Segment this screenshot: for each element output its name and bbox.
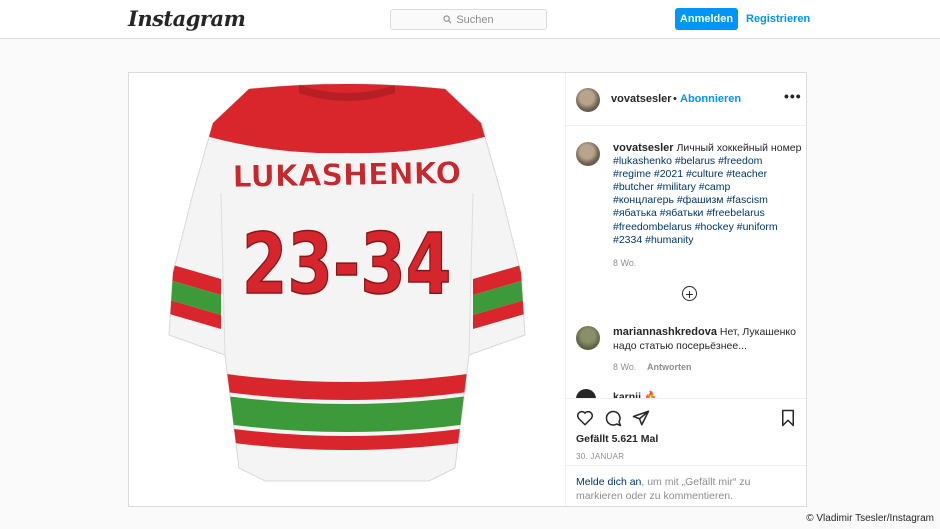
comment-item: mariannashkredova Нет, Лукашенко надо ст…	[613, 326, 803, 353]
register-link[interactable]: Registrieren	[746, 8, 810, 30]
post-header: vovatsesler • Abonnieren •••	[566, 73, 806, 126]
author-avatar[interactable]	[576, 88, 600, 112]
hashtags-line-5[interactable]: #ябатька #ябатьки #freebelarus	[613, 207, 765, 219]
hockey-jersey-image: LUKASHENKO 23-34	[168, 83, 526, 482]
partial-comment-username[interactable]: karnii	[613, 391, 641, 398]
hashtags-line-4[interactable]: #концлагерь #фашизм #fascism	[613, 194, 768, 206]
caption-text: Личный хоккейный номер	[676, 142, 802, 154]
commenter-avatar-partial[interactable]	[576, 389, 596, 398]
hashtags-line-1[interactable]: #lukashenko #belarus #freedom	[613, 155, 762, 167]
top-navigation-bar: Instagram Suchen Anmelden Registrieren	[0, 0, 940, 39]
commenter-avatar[interactable]	[576, 326, 600, 350]
post-date: 30. JANUAR	[576, 452, 625, 461]
hashtags-line-6[interactable]: #freedombelarus #hockey #uniform	[613, 221, 778, 233]
search-icon	[443, 15, 452, 24]
post-image[interactable]: LUKASHENKO 23-34	[129, 73, 566, 506]
follow-button[interactable]: Abonnieren	[680, 93, 741, 105]
search-input[interactable]: Suchen	[390, 9, 547, 30]
reply-button[interactable]: Antworten	[647, 362, 692, 372]
login-link[interactable]: Melde dich an	[576, 476, 641, 488]
separator-dot: •	[673, 93, 677, 105]
partial-comment: karnii 🔥	[613, 390, 657, 398]
jersey-number-text: 23-34	[242, 215, 452, 313]
post-caption: vovatsesler Личный хоккейный номер #luka…	[613, 142, 803, 247]
plus-circle-icon[interactable]: +	[682, 286, 697, 301]
hashtags-line-7[interactable]: #2334 #humanity	[613, 234, 694, 246]
search-placeholder: Suchen	[456, 13, 494, 26]
post-card: LUKASHENKO 23-34 vovatsesler • Abonniere…	[128, 72, 807, 507]
instagram-logo[interactable]: Instagram	[128, 6, 246, 31]
author-username[interactable]: vovatsesler	[611, 93, 672, 105]
comment-icon[interactable]	[604, 409, 622, 427]
post-actions: Gefällt 5.621 Mal 30. JANUAR Melde dich …	[566, 398, 806, 507]
hashtags-line-3[interactable]: #butcher #military #camp	[613, 181, 730, 193]
jersey-name-text: LUKASHENKO	[232, 156, 461, 195]
like-count[interactable]: Gefällt 5.621 Mal	[576, 433, 658, 445]
fire-emoji: 🔥	[643, 391, 658, 398]
caption-age: 8 Wo.	[613, 258, 637, 268]
comment-username[interactable]: mariannashkredova	[613, 326, 717, 338]
comment-age: 8 Wo.	[613, 362, 637, 372]
hashtags-line-2[interactable]: #regime #2021 #culture #teacher	[613, 168, 767, 180]
login-button[interactable]: Anmelden	[675, 8, 738, 30]
login-prompt: Melde dich an, um mit „Gefällt mir“ zu m…	[566, 465, 806, 503]
share-icon[interactable]	[632, 409, 650, 427]
bookmark-icon[interactable]	[780, 409, 796, 427]
comments-section: vovatsesler Личный хоккейный номер #luka…	[566, 126, 806, 398]
more-options-icon[interactable]: •••	[784, 88, 802, 104]
photo-credit: © Vladimir Tsesler/Instagram	[806, 513, 934, 524]
caption-username[interactable]: vovatsesler	[613, 142, 674, 154]
caption-avatar[interactable]	[576, 142, 600, 166]
heart-icon[interactable]	[576, 409, 594, 427]
post-sidebar: vovatsesler • Abonnieren ••• vovatsesler…	[566, 73, 806, 506]
